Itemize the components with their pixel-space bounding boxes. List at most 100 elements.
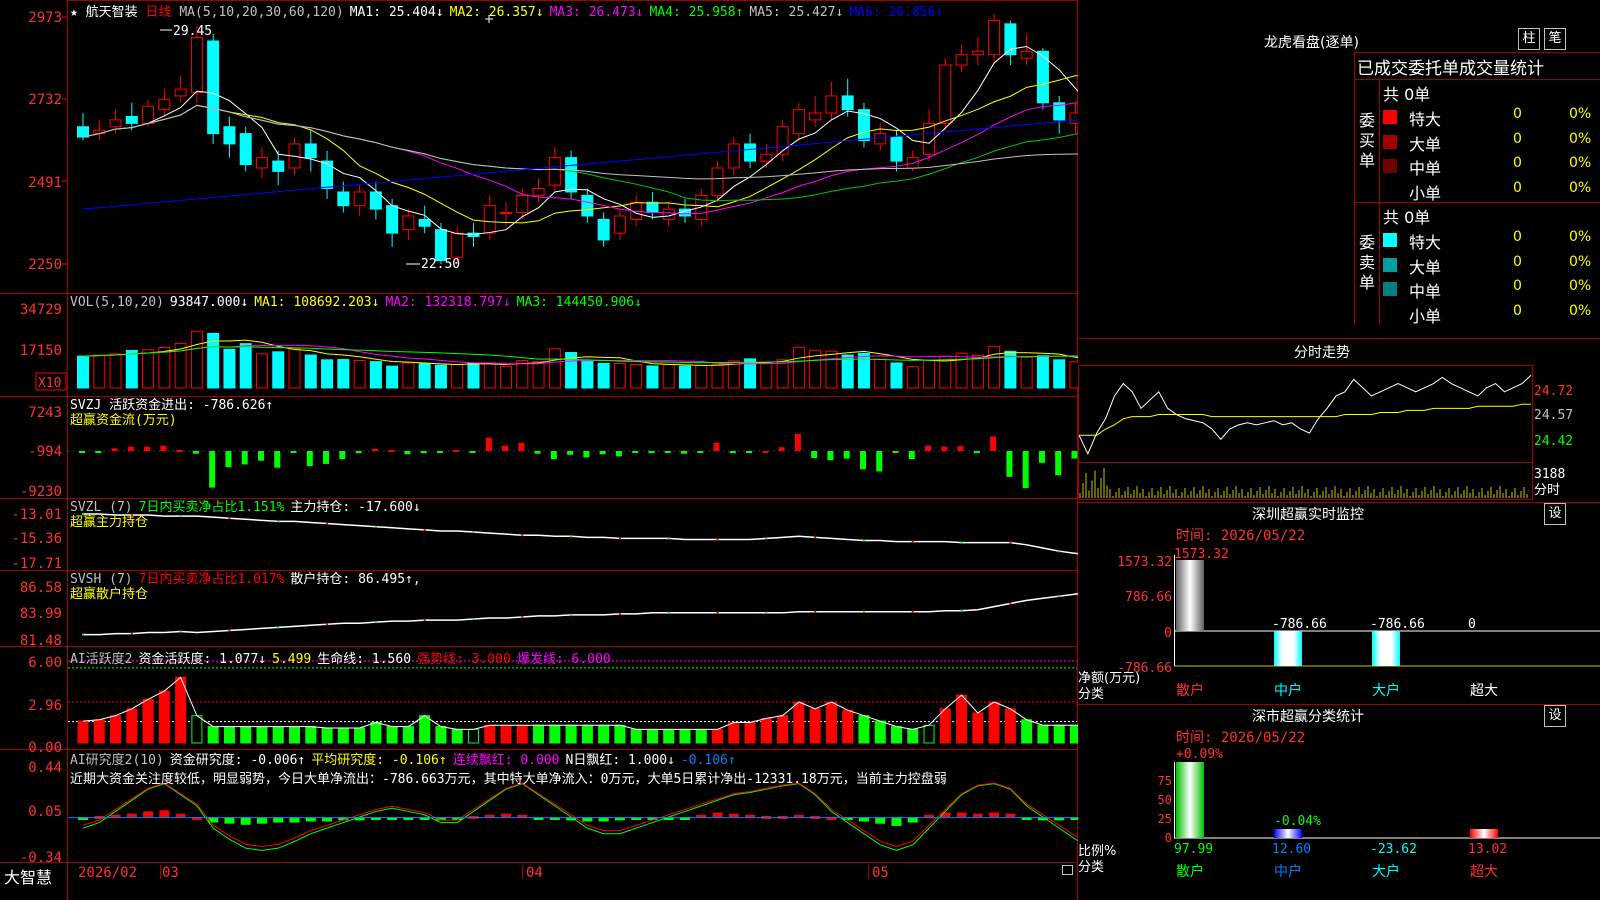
sz-settings-button[interactable]: 设 [1544,503,1566,525]
order-row-label: 特大 [1409,110,1442,129]
activity-bar [386,726,398,744]
svg-text:29.45: 29.45 [173,24,212,39]
order-row-pct: 0% [1569,155,1592,171]
research-bar [956,812,967,817]
activity-bar [874,720,886,744]
stat-value-label: 13.02 [1468,842,1507,857]
lock-icon[interactable] [1062,865,1073,875]
candle-body [581,194,594,217]
flow-bar [990,436,997,451]
order-row-value: 0 [1513,130,1522,147]
order-row-pct: 0% [1569,130,1592,147]
stat-settings-button[interactable]: 设 [1544,705,1566,727]
research-bar [175,813,186,817]
activity-bar [289,726,301,744]
flow-bar [973,451,980,454]
flow-bar [420,451,427,454]
candle-body [77,126,89,138]
ai1-header: AI活跃度2 资金活跃度: 1.077↓ 5.499 生命线: 1.560 强势线: 3… [70,648,617,667]
volume-bar [1020,356,1033,389]
volume-bar [321,359,334,389]
volume-bar [125,349,138,389]
indicator-value: AI活跃度2 [70,652,133,667]
sz-bar [1176,560,1204,631]
indicator-value: AI研究度2(10) [70,753,164,768]
candle-body [532,188,545,196]
flow-bar [746,451,753,453]
activity-bar [223,726,235,744]
sz-value-label: 0 [1468,617,1476,632]
holding-dot [277,626,280,629]
brand-label[interactable]: 大智慧 [4,864,52,888]
activity-bar [500,724,512,744]
activity-bar [760,717,772,744]
flow-bar [680,451,687,454]
holding-dot [472,618,475,621]
svzl-axis-label: -15.36 [11,531,62,547]
stat-chart[interactable]: 75 50 25 0 +0.09% -0.04% 97.99 12.60 -23.62 13.02… [1078,742,1600,900]
candle-body [1069,112,1078,124]
holding-dot [667,537,670,540]
candle-body [939,64,952,124]
favorite-star-icon[interactable]: ★ [70,5,78,20]
order-row-label: 小单 [1409,183,1442,203]
volume-bar [825,350,838,389]
flow-bar [1006,451,1013,477]
capital-flow-bars[interactable] [68,433,1078,489]
stat-axis-label: 50 [1158,793,1172,807]
candle-body [239,133,252,166]
flow-bar [615,451,622,457]
flow-bar [876,451,883,472]
period-label[interactable]: 日线 [146,5,172,20]
order-row-pct: 0% [1569,229,1592,245]
date-label: 04 [526,865,543,881]
indicator-value: 资金活跃度: 1.077↓ [138,652,267,667]
stat-value-label: 12.60 [1272,842,1311,857]
volume-bar [955,352,968,389]
activity-bar [939,708,951,744]
order-row-label: 特大 [1409,233,1442,252]
activity-bar [321,727,333,744]
flow-bar [583,451,590,458]
tick-view-button[interactable]: 笔 [1544,28,1566,50]
svzl-header: SVZL (7) 7日内买卖净占比1.151% 主力持仓: -17.600↓ 超赢主… [70,500,427,530]
volume-bars[interactable] [77,330,1079,389]
holding-dot [716,538,719,541]
holding-dot [130,632,133,635]
volume-bar [255,353,268,389]
sz-axis-label: 0 [1164,626,1172,641]
activity-bar [467,728,479,744]
intraday-chart[interactable]: 24.72 24.57 24.42 3188 分时 [1078,362,1600,502]
svg-text:X10: X10 [38,376,61,391]
order-row-pct: 0% [1569,278,1592,294]
stat-title: 深市超赢分类统计 [1252,709,1364,725]
activity-bar [825,701,837,744]
volume-bar [678,365,691,389]
sz-monitor-chart[interactable]: 1573.32786.660-786.661573.32-786.66 -786.… [1078,540,1600,705]
volume-bar [500,365,513,389]
sz-value-label: -786.66 [1370,617,1425,632]
candle-body [548,157,561,186]
flow-bar [144,446,151,451]
order-row: 中单 0 0% [1383,277,1600,302]
flow-bar [697,451,704,453]
flow-bar [762,451,769,453]
activity-bars[interactable] [68,660,1078,744]
candlestick-series[interactable] [77,13,1079,264]
volume-bar [776,359,789,389]
volume-bar [1053,359,1066,389]
dragon-title: 龙虎看盘(逐单) [1264,35,1359,51]
candle-body [418,218,431,227]
indicator-value: -0.106↑ [680,753,736,768]
column-view-button[interactable]: 柱 [1518,28,1540,50]
svzj-axis-label: -9230 [20,484,62,500]
activity-bar [77,720,89,744]
activity-bar [793,701,805,744]
order-row: 大单 0 0% [1383,130,1600,155]
holding-dot [618,537,621,540]
main-axis-label: 2732 [28,92,62,108]
holding-dot [1009,541,1012,544]
main-axis-label: 2973 [28,10,62,26]
order-row: 小单 0 0% [1383,179,1600,204]
research-bars[interactable] [68,782,1078,851]
